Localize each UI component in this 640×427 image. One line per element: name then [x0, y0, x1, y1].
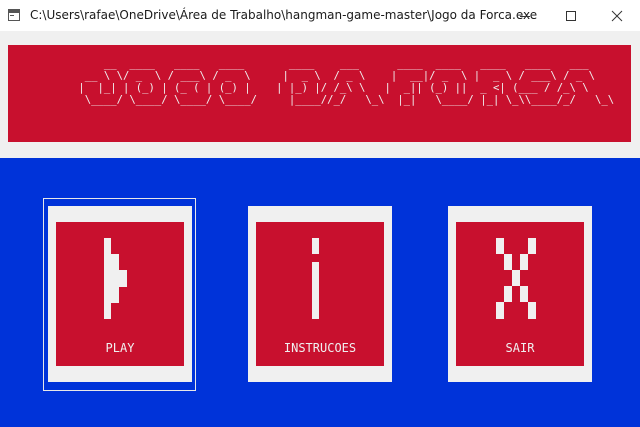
- instrucoes-option[interactable]: INSTRUCOES: [248, 206, 392, 382]
- minimize-button[interactable]: [502, 0, 548, 31]
- sair-label: SAIR: [505, 341, 535, 355]
- play-option[interactable]: PLAY: [48, 206, 192, 382]
- maximize-button[interactable]: [548, 0, 594, 31]
- close-icon: [611, 10, 623, 21]
- play-option-face: PLAY: [56, 222, 184, 366]
- play-label: PLAY: [105, 341, 135, 355]
- close-button[interactable]: [594, 0, 640, 31]
- maximize-icon: [566, 10, 576, 21]
- window-title: C:\Users\rafae\OneDrive\Área de Trabalho…: [30, 8, 538, 22]
- window-titlebar[interactable]: C:\Users\rafae\OneDrive\Área de Trabalho…: [0, 0, 640, 31]
- ascii-game-title: __ ____ ____ ____ ____ ___ ____ ____ ___…: [78, 58, 615, 106]
- sair-option-face: SAIR: [456, 222, 584, 366]
- instrucoes-option-face: INSTRUCOES: [256, 222, 384, 366]
- sair-option[interactable]: SAIR: [448, 206, 592, 382]
- minimize-icon: [520, 15, 530, 17]
- instrucoes-label: INSTRUCOES: [283, 341, 357, 355]
- console-app-icon: [8, 9, 20, 21]
